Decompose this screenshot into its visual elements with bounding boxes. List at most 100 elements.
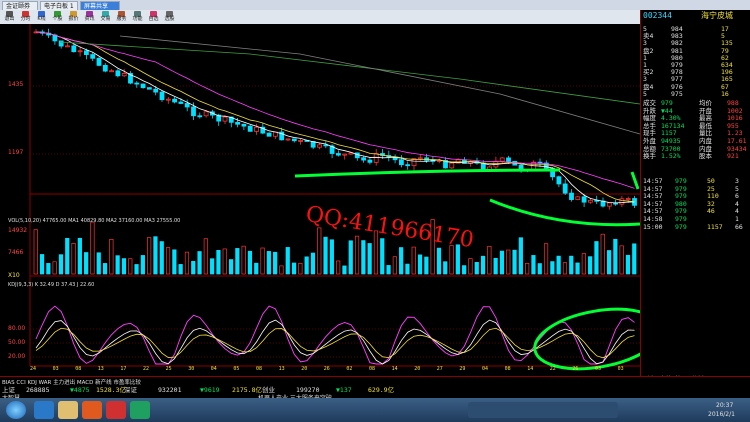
candle-body — [241, 123, 247, 127]
tick-t: 14:57 — [643, 177, 663, 185]
candle-body — [619, 198, 625, 205]
date-tick: 03 — [595, 366, 602, 372]
toolbar-button-8[interactable]: 功能 — [130, 11, 145, 23]
volume-bar — [518, 237, 523, 275]
volume-bar — [575, 262, 580, 275]
volume-bar — [386, 265, 391, 275]
order-book-price: 975 — [671, 89, 683, 98]
stat-k2: 均价 — [699, 99, 712, 107]
date-tick: 08 — [75, 366, 82, 372]
tab-2[interactable]: 屏幕共享 — [80, 1, 120, 10]
folder-icon[interactable] — [58, 401, 78, 419]
volume-bar — [191, 260, 196, 275]
candle-body — [247, 125, 253, 132]
chart-area[interactable]: 1435 1197 VOL(5,10,20) 47765.00 MA1 4082… — [0, 24, 640, 376]
volume-bar — [65, 237, 70, 275]
app-icon-1[interactable] — [106, 401, 126, 419]
toolbar-button-2[interactable]: K线 — [34, 11, 49, 23]
price-label-1435: 1435 — [8, 81, 24, 88]
date-tick: 30 — [188, 366, 195, 372]
app-icon-2[interactable] — [130, 401, 150, 419]
tick-n: 3 — [735, 177, 739, 185]
toolbar-button-1[interactable]: 分时 — [18, 11, 33, 23]
date-tick: 20 — [301, 366, 308, 372]
toolbar-button-5[interactable]: 资讯 — [82, 11, 97, 23]
volume-bar — [254, 262, 259, 275]
tick-p: 979 — [675, 215, 687, 223]
volume-bar — [594, 241, 599, 275]
volume-bar — [115, 255, 120, 275]
volume-header: VOL(5,10,20) 47765.00 MA1 40829.80 MA2 3… — [8, 218, 181, 224]
candle-body — [606, 202, 612, 207]
volume-bar — [348, 240, 353, 275]
tick-n: 1 — [735, 215, 739, 223]
volume-bar — [153, 236, 158, 275]
stat-v: 979 — [661, 99, 673, 107]
volume-bar — [480, 255, 486, 275]
index-item-1: 268885 — [26, 386, 50, 394]
date-tick: 02 — [346, 366, 353, 372]
date-tick: 26 — [323, 366, 330, 372]
ie-icon[interactable] — [34, 401, 54, 419]
toolbar-label: 报价 — [68, 16, 79, 22]
stat-v: 1.52% — [661, 152, 681, 161]
candle-body — [506, 157, 511, 162]
toolbar-label: 自选 — [148, 16, 159, 22]
toolbar-button-3[interactable]: 个股 — [50, 11, 65, 23]
date-tick: 14 — [527, 366, 534, 372]
volume-bar — [562, 262, 568, 275]
candle-body — [153, 88, 159, 93]
indicator-tabs[interactable]: BIAS CCI KDJ WAR 主力进出 MACD 新产线 市盈率比较 — [2, 378, 141, 386]
volume-bar — [102, 263, 108, 275]
media-icon[interactable] — [82, 401, 102, 419]
toolbar-label: 交易 — [100, 16, 111, 22]
volume-bar — [121, 258, 127, 275]
kdj-label-20: 20.00 — [8, 353, 26, 360]
stock-name: 海宁皮城 — [701, 11, 733, 20]
volume-bar — [285, 247, 290, 275]
tab-1[interactable]: 电子白板 1 — [40, 1, 78, 10]
toolbar-button-6[interactable]: 交易 — [98, 11, 113, 23]
candle-body — [58, 40, 64, 47]
price-label-1197: 1197 — [8, 149, 24, 156]
candle-body — [254, 126, 259, 132]
volume-label-x10: X10 — [8, 272, 20, 279]
volume-bar — [291, 262, 297, 275]
stat-v2: 17.61 — [727, 137, 747, 145]
volume-bar — [499, 250, 505, 275]
start-button[interactable] — [6, 401, 26, 419]
tab-0[interactable]: 金证颐券 — [2, 1, 38, 10]
volume-bar — [304, 256, 309, 275]
volume-bar — [222, 248, 227, 275]
candle-body — [317, 144, 322, 148]
kdj-j-line — [35, 305, 635, 365]
volume-bar — [336, 260, 341, 275]
volume-bar — [531, 255, 536, 275]
chart-canvas — [29, 24, 640, 371]
toolbar-button-0[interactable]: 退出 — [2, 11, 17, 23]
toolbar-button-10[interactable]: 选股 — [162, 11, 177, 23]
volume-bar — [487, 245, 492, 275]
volume-bar — [184, 251, 190, 275]
candle-body — [285, 138, 291, 141]
volume-bar — [228, 259, 234, 275]
annotation-tick — [630, 171, 640, 190]
candle-body — [109, 70, 114, 73]
stat-v: 94935 — [661, 137, 681, 145]
candle-body — [96, 57, 102, 66]
toolbar-button-9[interactable]: 自选 — [146, 11, 161, 23]
ma-line-5 — [35, 31, 635, 204]
index-item-2: ▼4875 — [70, 386, 90, 394]
tick-v: 50 — [707, 177, 715, 185]
volume-bar — [58, 254, 64, 275]
toolbar-button-4[interactable]: 报价 — [66, 11, 81, 23]
candle-body — [625, 198, 631, 200]
annotation-line-top — [294, 168, 561, 178]
toolbar-label: 资讯 — [84, 16, 95, 22]
date-tick: 03 — [52, 366, 59, 372]
order-book-label: 5 — [643, 89, 647, 98]
volume-bar — [405, 263, 410, 275]
candle-body — [266, 132, 272, 137]
toolbar-button-7[interactable]: 服务 — [114, 11, 129, 23]
index-item-5: 932201 — [158, 386, 182, 394]
